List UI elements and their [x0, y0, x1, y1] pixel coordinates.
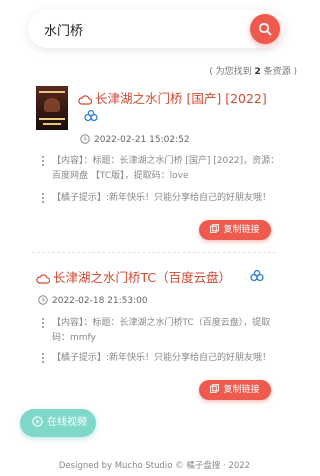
result-date: 2022-02-21 15:02:52 — [80, 134, 190, 145]
clock-icon — [80, 134, 90, 144]
copy-icon — [210, 384, 220, 393]
result-content: 【内容】：标题：长津湖之水门桥 [国产] [2022]，资源：百度网盘 【TC版… — [42, 154, 280, 184]
cloud-icon — [36, 274, 50, 284]
copy-link-button[interactable]: 复制链接 — [199, 220, 271, 240]
search-bar: 水门桥 — [28, 10, 284, 48]
baidu-pan-icon — [84, 110, 98, 122]
results-count: ( 为您找到 2 条资源 ) — [209, 67, 297, 77]
result-title[interactable]: 长津湖之水门桥TC（百度云盘） — [36, 267, 231, 286]
result-tip: 【橘子提示】:新年快乐！只能分享给自己的好朋友哦！ — [42, 191, 280, 206]
result-date: 2022-02-18 21:53:00 — [38, 295, 148, 306]
play-icon — [32, 416, 43, 427]
result-tip: 【橘子提示】:新年快乐！只能分享给自己的好朋友哦！ — [42, 351, 280, 366]
footer: Designed by Mucho Studio © 橘子盘搜 · 2022 — [58, 461, 251, 471]
result-content: 【内容】：标题：长津湖之水门桥TC（百度云盘），提取码：mmfy — [42, 316, 280, 346]
search-button[interactable] — [250, 14, 280, 44]
result-card: 长津湖之水门桥 [国产] [2022] 2022-02-21 15:02:52 … — [0, 86, 309, 246]
search-icon — [258, 22, 272, 36]
movie-poster[interactable] — [36, 86, 68, 130]
clock-icon — [38, 295, 48, 305]
copy-link-button[interactable]: 复制链接 — [199, 380, 271, 400]
copy-icon — [210, 224, 220, 233]
baidu-pan-icon — [250, 270, 264, 282]
online-video-button[interactable]: 在线视频 — [20, 409, 96, 437]
result-title-text: 长津湖之水门桥TC（百度云盘） — [53, 270, 232, 285]
cloud-icon — [78, 95, 92, 105]
result-card: 长津湖之水门桥TC（百度云盘） 2022-02-18 21:53:00 【内容】… — [0, 265, 309, 405]
result-title[interactable]: 长津湖之水门桥 [国产] [2022] — [78, 88, 267, 107]
search-input[interactable]: 水门桥 — [44, 20, 83, 39]
result-title-text: 长津湖之水门桥 [国产] [2022] — [95, 91, 267, 106]
divider — [32, 252, 276, 253]
